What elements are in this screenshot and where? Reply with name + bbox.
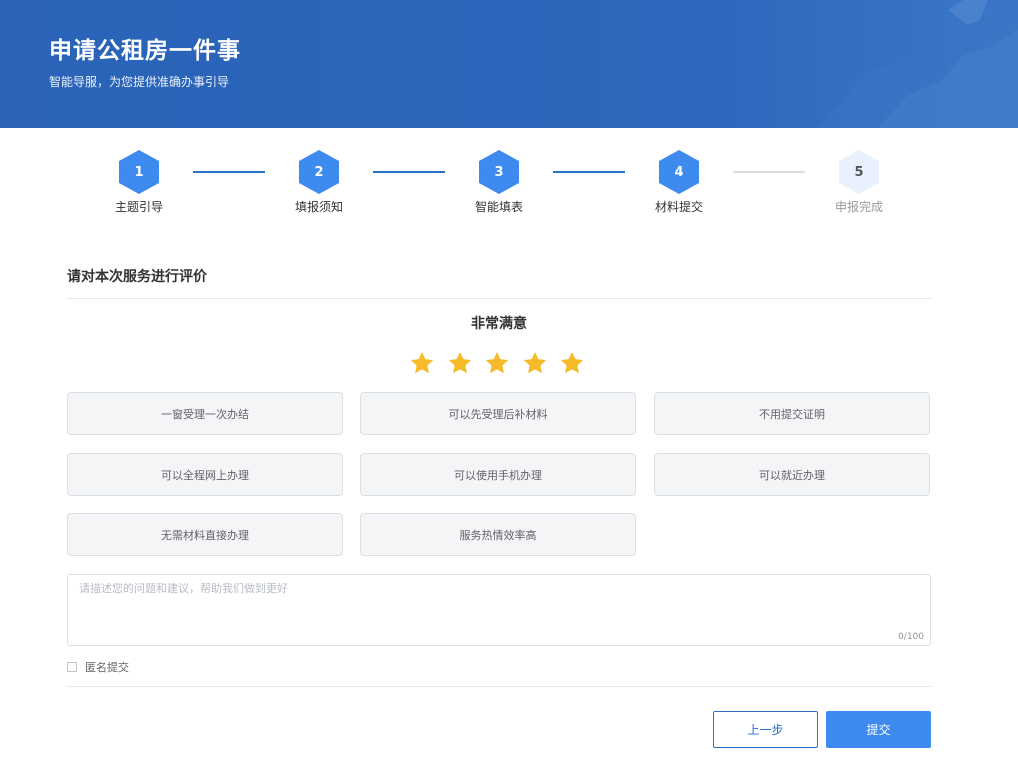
step-number-badge: 4 bbox=[659, 150, 699, 194]
star-icon[interactable] bbox=[409, 350, 435, 376]
evaluation-tag[interactable]: 可以全程网上办理 bbox=[67, 453, 343, 496]
evaluation-section-title: 请对本次服务进行评价 bbox=[67, 269, 207, 285]
step-connector bbox=[553, 171, 625, 173]
character-counter: 0/100 bbox=[898, 632, 924, 642]
star-icon[interactable] bbox=[559, 350, 585, 376]
evaluation-tag[interactable]: 可以使用手机办理 bbox=[360, 453, 636, 496]
page-title: 申请公租房一件事 bbox=[49, 38, 241, 64]
step-1: 1 主题引导 bbox=[99, 150, 179, 215]
evaluation-tag[interactable]: 不用提交证明 bbox=[654, 392, 930, 435]
anonymous-option: 匿名提交 bbox=[67, 659, 129, 675]
evaluation-tag[interactable]: 无需材料直接办理 bbox=[67, 513, 343, 556]
rating-text: 非常满意 bbox=[471, 316, 527, 332]
header-banner: 申请公租房一件事 智能导服，为您提供准确办事引导 bbox=[0, 0, 1018, 128]
star-rating bbox=[409, 350, 585, 380]
comment-textarea[interactable] bbox=[68, 575, 930, 645]
page-subtitle: 智能导服，为您提供准确办事引导 bbox=[49, 75, 230, 89]
previous-step-button[interactable]: 上一步 bbox=[713, 711, 818, 748]
step-number-badge: 2 bbox=[299, 150, 339, 194]
step-2: 2 填报须知 bbox=[279, 150, 359, 215]
step-number-badge: 1 bbox=[119, 150, 159, 194]
evaluation-tag[interactable]: 一窗受理一次办结 bbox=[67, 392, 343, 435]
anonymous-label: 匿名提交 bbox=[85, 661, 129, 674]
step-label: 申报完成 bbox=[834, 200, 883, 214]
banner-decoration-graphic bbox=[818, 0, 1018, 128]
step-5: 5 申报完成 bbox=[819, 150, 899, 215]
step-connector bbox=[373, 171, 445, 173]
anonymous-checkbox[interactable] bbox=[67, 662, 77, 672]
section-divider bbox=[67, 298, 931, 299]
step-connector bbox=[733, 171, 805, 173]
evaluation-tag[interactable]: 可以先受理后补材料 bbox=[360, 392, 636, 435]
star-icon[interactable] bbox=[447, 350, 473, 376]
submit-button[interactable]: 提交 bbox=[826, 711, 931, 748]
step-4: 4 材料提交 bbox=[639, 150, 719, 215]
progress-steps: 1 主题引导 2 填报须知 3 智能填表 4 材料提交 5 申报完成 bbox=[0, 150, 1018, 220]
step-3: 3 智能填表 bbox=[459, 150, 539, 215]
evaluation-tag[interactable]: 可以就近办理 bbox=[654, 453, 930, 496]
step-label: 材料提交 bbox=[654, 200, 703, 214]
evaluation-tag[interactable]: 服务热情效率高 bbox=[360, 513, 636, 556]
step-label: 智能填表 bbox=[474, 200, 523, 214]
comment-box: 0/100 bbox=[67, 574, 931, 646]
star-icon[interactable] bbox=[484, 350, 510, 376]
step-label: 填报须知 bbox=[294, 200, 343, 214]
footer-divider bbox=[67, 686, 931, 687]
step-label: 主题引导 bbox=[114, 200, 163, 214]
step-connector bbox=[193, 171, 265, 173]
step-number-badge: 3 bbox=[479, 150, 519, 194]
step-number-badge: 5 bbox=[839, 150, 879, 194]
star-icon[interactable] bbox=[522, 350, 548, 376]
